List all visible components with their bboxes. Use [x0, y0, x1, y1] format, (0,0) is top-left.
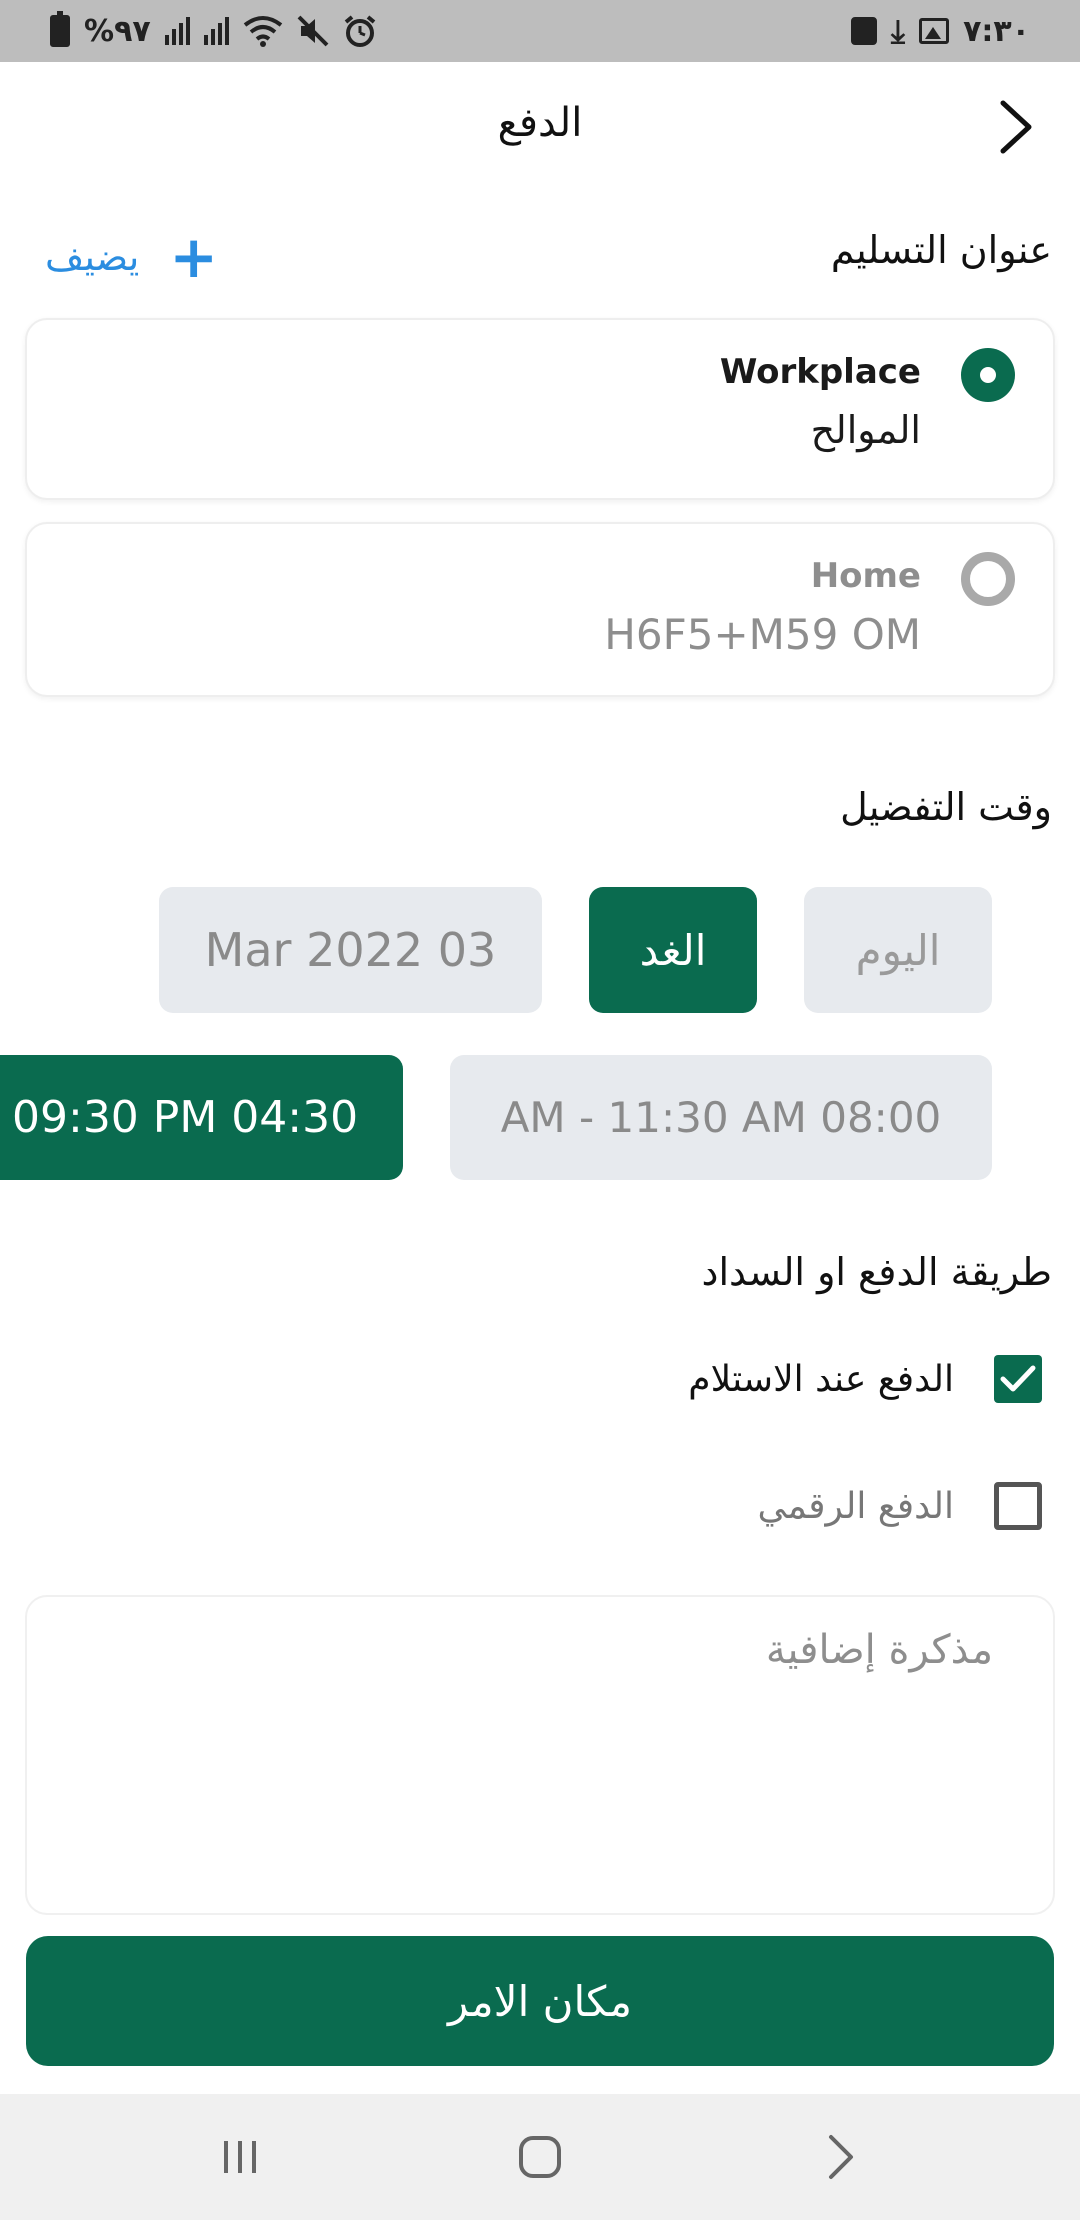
status-bar: %٩٧ ⤓ ٧:٣٠ [0, 0, 1080, 62]
system-nav-bar [0, 2094, 1080, 2220]
address-line: H6F5+M59 OM [604, 610, 921, 659]
delivery-section-title: عنوان التسليم [830, 228, 1052, 272]
place-order-button[interactable]: مكان الامر [26, 1936, 1054, 2066]
payment-option-label: الدفع عند الاستلام [688, 1358, 954, 1400]
battery-level: %٩٧ [84, 13, 151, 49]
back-button[interactable] [980, 92, 1050, 162]
nav-back-button[interactable] [800, 2117, 880, 2197]
status-left: %٩٧ [50, 11, 377, 49]
notes-placeholder: مذكرة إضافية [765, 1627, 993, 1673]
signal-icon-2 [203, 17, 229, 45]
checkout-screen: %٩٧ ⤓ ٧:٣٠ الدفع عنوان التسليم يضيف + Wo… [0, 0, 1080, 2220]
recent-apps-icon [224, 2141, 256, 2173]
screenshot-icon [850, 17, 877, 45]
radio-selected-icon[interactable] [961, 348, 1015, 402]
day-chip-date[interactable]: Mar 2022 03 [159, 887, 542, 1013]
day-chip-tomorrow[interactable]: الغد [589, 887, 757, 1013]
wifi-icon [243, 14, 283, 48]
battery-icon [50, 11, 70, 47]
address-card-home[interactable]: Home H6F5+M59 OM [25, 522, 1055, 697]
payment-option-label: الدفع الرقمي [757, 1485, 954, 1527]
day-chip-today[interactable]: اليوم [804, 887, 992, 1013]
checkbox-unchecked-icon[interactable] [994, 1482, 1042, 1530]
payment-option-digital[interactable]: الدفع الرقمي [757, 1482, 1042, 1530]
alarm-icon [343, 14, 377, 48]
signal-icon [164, 17, 190, 45]
payment-option-cod[interactable]: الدفع عند الاستلام [688, 1355, 1042, 1403]
address-line: الموالح [810, 408, 921, 452]
header: الدفع [0, 62, 1080, 192]
time-slot-evening[interactable]: 09:30 PM 04:30 [0, 1055, 403, 1180]
home-button[interactable] [500, 2117, 580, 2197]
recent-apps-button[interactable] [200, 2117, 280, 2197]
plus-icon: + [169, 223, 218, 291]
checkbox-checked-icon[interactable] [994, 1355, 1042, 1403]
clock: ٧:٣٠ [963, 13, 1030, 49]
address-name: Workplace [719, 352, 921, 392]
download-icon: ⤓ [890, 11, 906, 50]
notes-textarea[interactable]: مذكرة إضافية [25, 1595, 1055, 1915]
chevron-right-icon [829, 2135, 853, 2179]
add-address-label: يضيف [45, 235, 140, 279]
address-card-workplace[interactable]: Workplace الموالح [25, 318, 1055, 500]
status-right: ⤓ ٧:٣٠ [850, 11, 1030, 51]
radio-unselected-icon[interactable] [961, 552, 1015, 606]
payment-section-title: طريقة الدفع او السداد [701, 1250, 1052, 1294]
home-icon [519, 2136, 561, 2178]
page-title: الدفع [497, 100, 583, 146]
image-icon [919, 18, 950, 44]
add-address-button[interactable]: يضيف + [45, 228, 218, 286]
mute-icon [297, 14, 329, 48]
address-name: Home [810, 556, 921, 596]
time-slot-morning[interactable]: AM - 11:30 AM 08:00 [450, 1055, 992, 1180]
chevron-right-icon [1000, 100, 1032, 154]
time-section-title: وقت التفضيل [840, 785, 1052, 829]
